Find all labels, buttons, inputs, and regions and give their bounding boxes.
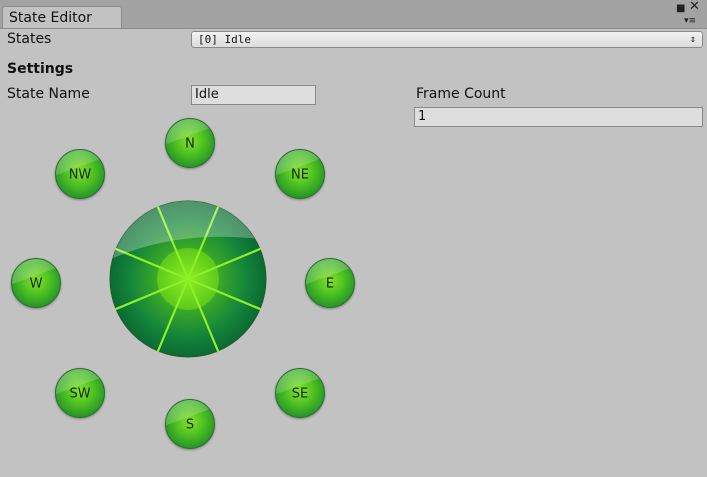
direction-button-n[interactable]: N	[165, 118, 215, 168]
direction-label-se: SE	[291, 386, 309, 402]
direction-label-w: W	[29, 276, 43, 292]
states-selected-value: [0] Idle	[198, 33, 251, 46]
close-icon[interactable]: ✕	[689, 0, 700, 13]
frame-count-label: Frame Count	[416, 86, 506, 102]
menu-icon[interactable]: ▾≡	[684, 16, 696, 26]
direction-button-s[interactable]: S	[165, 399, 215, 449]
direction-label-e: E	[325, 276, 335, 292]
direction-label-sw: SW	[69, 386, 91, 402]
direction-button-se[interactable]: SE	[275, 368, 325, 418]
window-tab-bar: State Editor ■ ✕ ▾≡	[0, 0, 707, 29]
direction-button-sw[interactable]: SW	[55, 368, 105, 418]
dropdown-arrows-icon: ⇕	[689, 34, 696, 45]
direction-button-e[interactable]: E	[305, 258, 355, 308]
states-dropdown[interactable]: [0] Idle ⇕	[191, 31, 703, 48]
states-label: States	[7, 31, 52, 47]
direction-button-nw[interactable]: NW	[55, 149, 105, 199]
settings-heading: Settings	[7, 61, 74, 77]
state-name-label: State Name	[7, 86, 90, 102]
direction-label-s: S	[185, 417, 195, 433]
state-name-field[interactable]: Idle	[191, 85, 316, 105]
direction-label-n: N	[185, 136, 195, 152]
center-compass-button[interactable]	[109, 200, 267, 358]
frame-count-field[interactable]: 1	[414, 107, 703, 127]
direction-button-ne[interactable]: NE	[275, 149, 325, 199]
direction-label-nw: NW	[68, 167, 92, 183]
direction-label-ne: NE	[291, 167, 309, 183]
tab-state-editor[interactable]: State Editor	[2, 6, 122, 28]
maximize-icon[interactable]: ■	[676, 4, 685, 14]
direction-button-w[interactable]: W	[11, 258, 61, 308]
